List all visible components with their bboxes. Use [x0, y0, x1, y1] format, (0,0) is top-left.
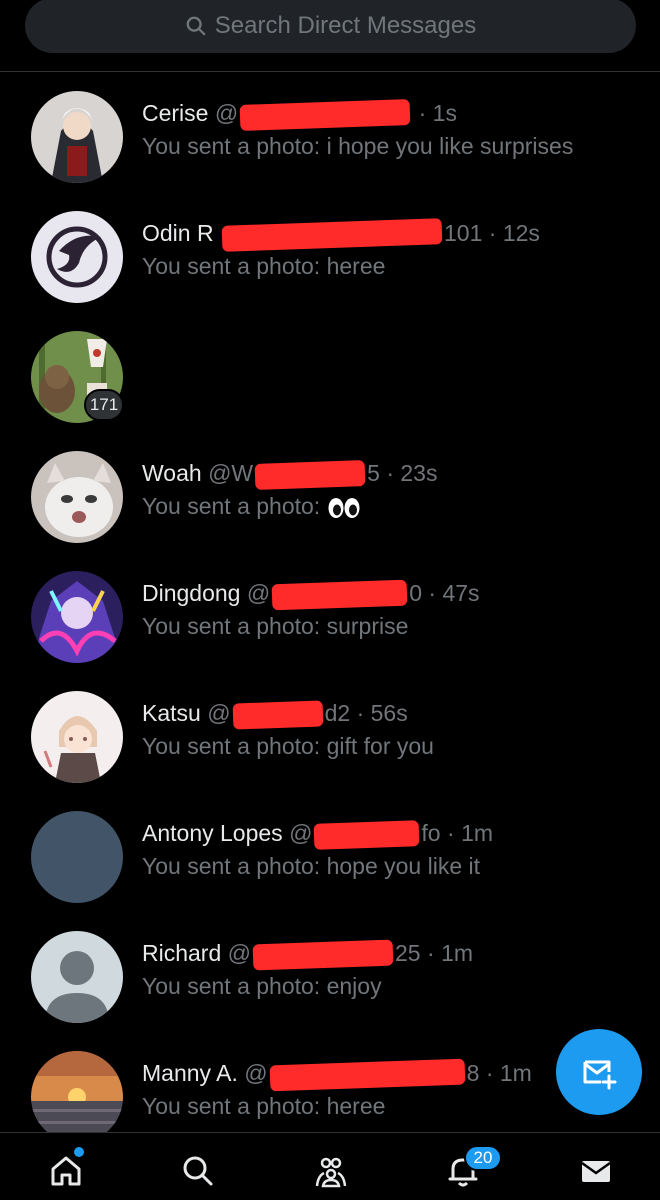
contact-name: Woah	[142, 460, 202, 486]
contact-name: Antony Lopes	[142, 820, 283, 846]
avatar	[31, 691, 123, 783]
separator-dot: ·	[488, 220, 497, 246]
message-preview: You sent a photo: gift for you	[142, 733, 434, 759]
bottom-nav: 20	[0, 1132, 660, 1200]
message-time: 47s	[442, 580, 480, 606]
separator-dot: ·	[418, 100, 427, 126]
conversation-item[interactable]: Antony Lopes @ fo · 1m You sent a photo: …	[0, 811, 660, 931]
conversation-header: Richard @25 · 1m	[142, 939, 474, 971]
search-input[interactable]: Search Direct Messages	[25, 0, 636, 53]
conversation-header: Katsu @ d2 · 56s	[142, 700, 408, 730]
redaction-mark	[221, 218, 443, 252]
separator-dot: ·	[427, 940, 435, 966]
contact-handle: @W 5	[208, 460, 380, 490]
contact-name: Dingdong	[142, 580, 241, 606]
member-count-badge: 171	[84, 389, 124, 421]
conversation-item[interactable]: Cerise @ · 1s You sent a photo: i hope y…	[0, 91, 660, 211]
eyes-emoji-icon	[328, 497, 360, 518]
message-preview: You sent a photo: hope you like it	[142, 853, 481, 879]
nav-messages[interactable]	[576, 1151, 616, 1191]
contact-handle: @25	[228, 939, 421, 971]
message-preview: You sent a photo: heree	[142, 1093, 386, 1119]
message-preview: You sent a photo:	[142, 493, 361, 520]
nav-home[interactable]	[46, 1151, 86, 1191]
redaction-mark	[271, 579, 408, 611]
search-placeholder: Search Direct Messages	[214, 11, 477, 39]
message-time: 1m	[499, 1060, 532, 1086]
contact-name: Cerise	[142, 100, 209, 126]
avatar	[31, 91, 123, 183]
separator-dot: ·	[386, 460, 394, 486]
contact-name: Odin R	[142, 220, 214, 246]
redaction-mark	[252, 939, 394, 971]
redaction-mark	[269, 1058, 466, 1092]
home-icon	[51, 1156, 81, 1186]
avatar	[31, 811, 123, 903]
message-time: 1m	[441, 940, 474, 966]
message-time: 12s	[502, 220, 540, 246]
conversation-header: Woah @W 5 · 23s	[142, 460, 438, 490]
home-unread-dot	[74, 1147, 84, 1157]
contact-handle: @ d2	[207, 700, 350, 730]
avatar	[31, 211, 123, 303]
separator-dot: ·	[447, 820, 455, 846]
avatar	[31, 1051, 123, 1143]
default-avatar-icon	[31, 931, 123, 1023]
contact-handle: @0	[247, 579, 422, 611]
new-message-icon	[583, 1060, 617, 1090]
message-preview: You sent a photo: enjoy	[142, 973, 382, 999]
conversation-item[interactable]: Katsu @ d2 · 56s You sent a photo: gift f…	[0, 691, 660, 811]
nav-search[interactable]	[178, 1151, 218, 1191]
avatar	[31, 571, 123, 663]
redaction-mark	[239, 98, 411, 131]
conversation-item[interactable]: Woah @W 5 · 23s You sent a photo:	[0, 451, 660, 571]
contact-handle: 101	[220, 218, 482, 252]
conversation-header: Cerise @ · 1s	[142, 98, 457, 131]
avatar	[31, 931, 123, 1023]
search-icon	[186, 16, 206, 35]
communities-icon	[315, 1157, 347, 1188]
search-header: Search Direct Messages	[0, 0, 660, 72]
conversation-item[interactable]: 171	[0, 331, 660, 451]
nav-communities[interactable]	[311, 1151, 351, 1191]
contact-name: Manny A.	[142, 1060, 238, 1086]
conversation-item[interactable]: Odin R 101 · 12s You sent a photo: heree	[0, 211, 660, 331]
separator-dot: ·	[485, 1060, 494, 1086]
message-preview: You sent a photo: surprise	[142, 613, 409, 639]
conversation-header: Antony Lopes @ fo · 1m	[142, 820, 494, 850]
contact-name: Katsu	[142, 700, 201, 726]
new-message-button[interactable]	[556, 1029, 642, 1115]
envelope-icon	[581, 1161, 611, 1182]
contact-name: Richard	[142, 940, 222, 966]
search-icon	[183, 1156, 213, 1186]
notifications-badge: 20	[464, 1145, 502, 1171]
redaction-mark	[314, 820, 420, 850]
redaction-mark	[232, 700, 324, 730]
conversation-item[interactable]: Dingdong @0 · 47s You sent a photo: surp…	[0, 571, 660, 691]
redaction-mark	[254, 460, 366, 490]
avatar	[31, 451, 123, 543]
message-time: 23s	[400, 460, 438, 486]
contact-handle: @8	[244, 1058, 479, 1092]
conversation-item[interactable]: Richard @25 · 1m You sent a photo: enjoy	[0, 931, 660, 1051]
separator-dot: ·	[428, 580, 437, 606]
message-preview: You sent a photo: i hope you like surpri…	[142, 133, 574, 159]
conversation-header: Odin R 101 · 12s	[142, 218, 540, 252]
conversation-header: Manny A. @8 · 1m	[142, 1058, 532, 1092]
message-time: 56s	[370, 700, 408, 726]
message-time: 1m	[461, 820, 494, 846]
separator-dot: ·	[356, 700, 365, 726]
conversation-header: Dingdong @0 · 47s	[142, 579, 480, 611]
message-preview: You sent a photo: heree	[142, 253, 386, 279]
contact-handle: @ fo	[289, 820, 441, 850]
contact-handle: @	[215, 98, 412, 131]
message-time: 1s	[432, 100, 457, 126]
